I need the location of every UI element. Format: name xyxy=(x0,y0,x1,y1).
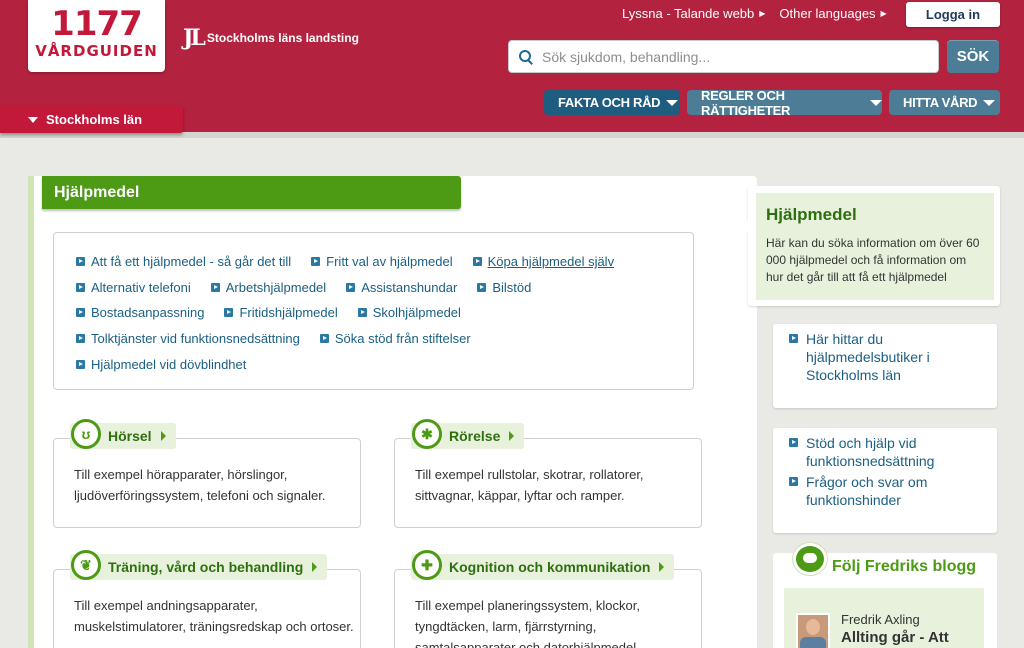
listen-link[interactable]: Lyssna - Talande webb ▶ xyxy=(622,6,765,21)
landsting-mark-icon: JL xyxy=(183,25,206,51)
link-tolktjanster[interactable]: Tolktjänster vid funktionsnedsättning xyxy=(76,331,300,346)
card-horsel: Till exempel hörapparater, hörslingor, l… xyxy=(53,438,361,528)
bullet-arrow-icon xyxy=(210,282,220,292)
page-title: Hjälpmedel xyxy=(42,176,461,209)
wheel-icon: ✱ xyxy=(412,419,442,449)
bullet-arrow-icon xyxy=(319,334,329,344)
content-accent-stripe xyxy=(28,176,34,648)
bullet-arrow-icon xyxy=(311,257,321,267)
card-description: Till exempel planeringssystem, klockor, … xyxy=(415,598,640,648)
avatar[interactable] xyxy=(796,613,830,648)
search-icon xyxy=(519,49,533,64)
speech-bubble-icon xyxy=(793,543,827,575)
bullet-arrow-icon xyxy=(789,477,798,486)
link-fritidshjalpmedel[interactable]: Fritidshjälpmedel xyxy=(224,305,338,320)
nav-regler-och-rattigheter[interactable]: REGLER OCH RÄTTIGHETER xyxy=(687,88,882,118)
login-button[interactable]: Logga in xyxy=(906,2,1000,27)
chevron-right-icon: ▶ xyxy=(759,9,766,18)
puzzle-icon: ✚ xyxy=(412,550,442,580)
link-fragor-och-svar[interactable]: Frågor och svar om funktionshinder xyxy=(789,473,989,509)
search-box xyxy=(508,40,939,73)
info-pointer xyxy=(741,218,751,236)
chevron-down-icon xyxy=(983,99,996,106)
blog-author: Fredrik Axling xyxy=(841,612,920,627)
link-dovblindhet[interactable]: Hjälpmedel vid dövblindhet xyxy=(76,357,246,372)
bullet-arrow-icon xyxy=(357,308,367,318)
card-horsel-link[interactable]: ʊ Hörsel xyxy=(70,419,176,449)
chevron-down-icon xyxy=(666,99,679,106)
bullet-arrow-icon xyxy=(477,282,487,292)
chevron-right-icon xyxy=(160,431,166,441)
card-rorelse: Till exempel rullstolar, skotrar, rollat… xyxy=(394,438,702,528)
link-fritt-val[interactable]: Fritt val av hjälpmedel xyxy=(311,254,453,269)
landsting-logo[interactable]: JL Stockholms läns landsting xyxy=(183,25,359,51)
search-button[interactable]: SÖK xyxy=(947,40,999,73)
info-title: Hjälpmedel xyxy=(766,205,857,224)
topic-links: Att få ett hjälpmedel - så går det till … xyxy=(53,232,694,390)
chevron-right-icon xyxy=(659,562,665,572)
card-description: Till exempel rullstolar, skotrar, rollat… xyxy=(415,467,644,503)
ear-icon: ʊ xyxy=(71,419,101,449)
bullet-arrow-icon xyxy=(76,308,85,318)
link-kopa-sjalv[interactable]: Köpa hjälpmedel själv xyxy=(472,254,614,269)
link-alternativ-telefoni[interactable]: Alternativ telefoni xyxy=(76,280,191,295)
info-content: Hjälpmedel Här kan du söka information o… xyxy=(756,193,994,300)
link-stiftelser[interactable]: Söka stöd från stiftelser xyxy=(319,331,471,346)
nav-fakta-och-rad[interactable]: FAKTA OCH RÅD xyxy=(544,90,680,115)
card-traning: Till exempel andningsapparater, muskelst… xyxy=(53,569,361,648)
link-row: Alternativ telefoni Arbetshjälpmedel Ass… xyxy=(76,275,693,301)
vardguiden-logo[interactable]: 1177 VÅRDGUIDEN xyxy=(28,0,165,72)
bullet-arrow-icon xyxy=(76,257,85,267)
blog-post-title[interactable]: Allting går - Att xyxy=(841,629,949,646)
card-description: Till exempel hörapparater, hörslingor, l… xyxy=(74,467,326,503)
bullet-arrow-icon xyxy=(472,257,482,267)
chevron-right-icon xyxy=(312,562,318,572)
other-languages-link[interactable]: Other languages ▶ xyxy=(779,6,886,21)
chevron-down-icon xyxy=(870,99,882,106)
bullet-arrow-icon xyxy=(224,308,234,318)
leaf-icon: ❦ xyxy=(71,550,101,580)
card-rorelse-link[interactable]: ✱ Rörelse xyxy=(411,419,525,449)
link-assistanshundar[interactable]: Assistanshundar xyxy=(346,280,457,295)
region-selector[interactable]: Stockholms län xyxy=(0,106,183,133)
top-links: Lyssna - Talande webb ▶ Other languages … xyxy=(622,6,887,21)
link-att-fa-hjalpmedel[interactable]: Att få ett hjälpmedel - så går det till xyxy=(76,254,291,269)
search-input[interactable] xyxy=(542,48,922,65)
link-hjalpmedelsbutiker[interactable]: Här hittar du hjälpmedelsbutiker i Stock… xyxy=(789,330,989,384)
link-bostadsanpassning[interactable]: Bostadsanpassning xyxy=(76,305,204,320)
link-row: Att få ett hjälpmedel - så går det till … xyxy=(76,249,693,275)
link-row: Hjälpmedel vid dövblindhet xyxy=(76,351,693,377)
link-bilstod[interactable]: Bilstöd xyxy=(477,280,531,295)
bullet-arrow-icon xyxy=(76,359,85,369)
info-text: Här kan du söka information om över 60 0… xyxy=(766,236,980,284)
link-skolhjalpmedel[interactable]: Skolhjälpmedel xyxy=(357,305,461,320)
bullet-arrow-icon xyxy=(789,334,798,343)
link-row: Bostadsanpassning Fritidshjälpmedel Skol… xyxy=(76,300,693,326)
blog-title[interactable]: Följ Fredriks blogg xyxy=(832,558,976,576)
sidebar-box-butiker: Här hittar du hjälpmedelsbutiker i Stock… xyxy=(773,324,997,408)
sidebar-box-stod: Stöd och hjälp vid funktionsnedsättning … xyxy=(773,428,997,533)
landsting-name: Stockholms läns landsting xyxy=(206,31,359,45)
card-traning-link[interactable]: ❦ Träning, vård och behandling xyxy=(70,550,328,580)
bullet-arrow-icon xyxy=(76,282,85,292)
logo-name: VÅRDGUIDEN xyxy=(35,42,158,60)
nav-hitta-vard[interactable]: HITTA VÅRD xyxy=(889,90,1000,115)
bullet-arrow-icon xyxy=(789,438,798,447)
caret-down-icon xyxy=(28,116,38,123)
card-kognition-link[interactable]: ✚ Kognition och kommunikation xyxy=(411,550,675,580)
link-row: Tolktjänster vid funktionsnedsättning Sö… xyxy=(76,326,693,352)
logo-number: 1177 xyxy=(51,4,143,44)
link-stod-och-hjalp[interactable]: Stöd och hjälp vid funktionsnedsättning xyxy=(789,434,989,470)
bullet-arrow-icon xyxy=(76,334,85,344)
bullet-arrow-icon xyxy=(346,282,356,292)
chevron-right-icon: ▶ xyxy=(880,9,887,18)
card-description: Till exempel andningsapparater, muskelst… xyxy=(74,598,354,634)
chevron-right-icon xyxy=(509,431,515,441)
card-kognition: Till exempel planeringssystem, klockor, … xyxy=(394,569,702,648)
link-arbetshjalpmedel[interactable]: Arbetshjälpmedel xyxy=(210,280,326,295)
